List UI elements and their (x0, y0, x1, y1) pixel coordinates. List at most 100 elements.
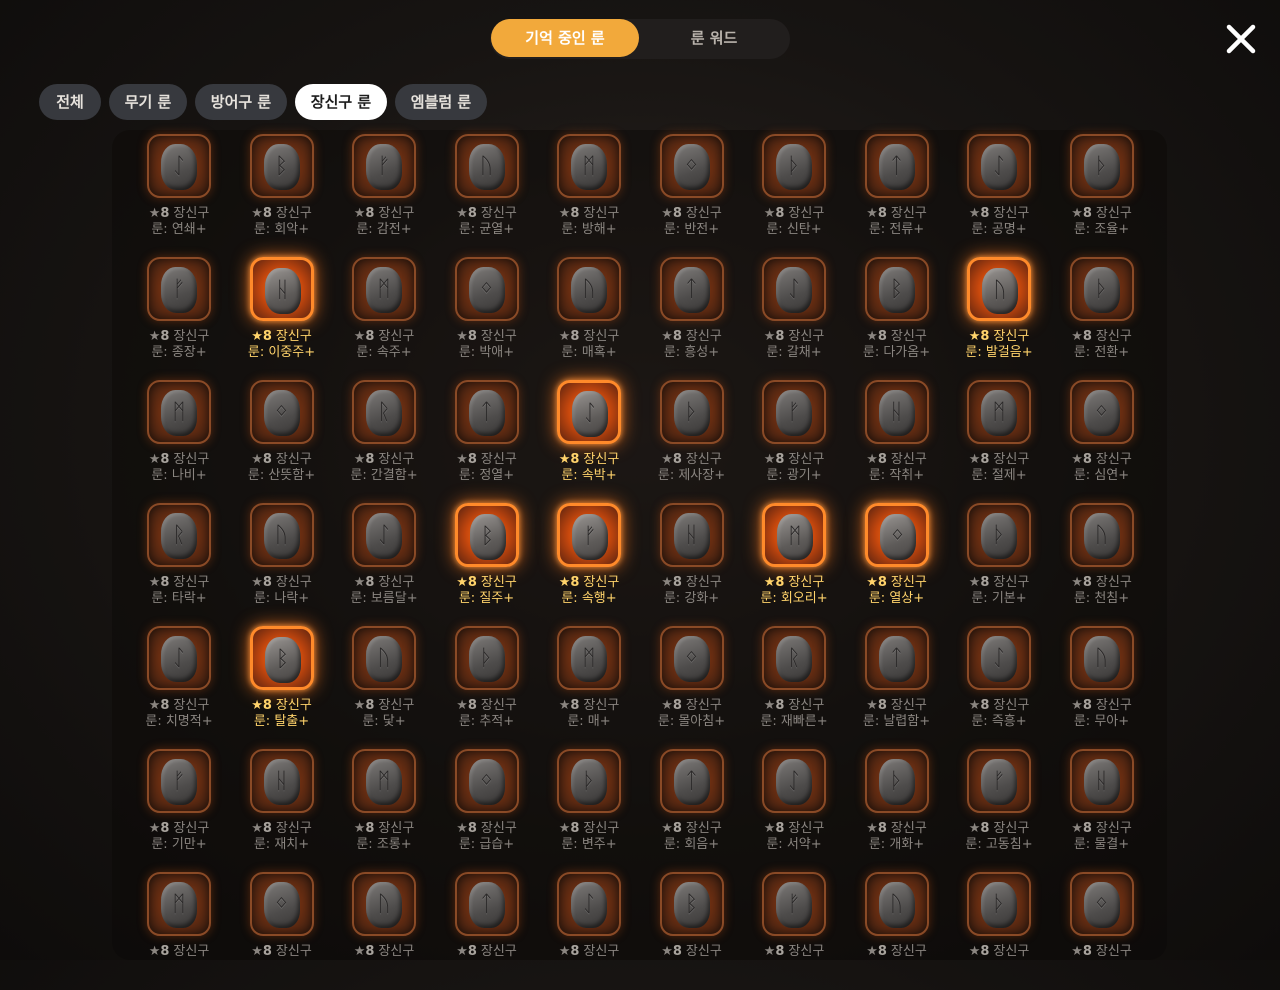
rune-slot[interactable]: ᛏ ★8 장신구 룬: 회음+ (645, 749, 745, 867)
close-button[interactable] (1222, 20, 1260, 58)
rune-slot[interactable]: ᚺ ★8 장신구 룬: 작취+ (850, 380, 950, 498)
tab-remembered-runes[interactable]: 기억 중인 룬 (491, 19, 639, 57)
rune-icon: ᚦ (967, 872, 1031, 936)
rune-type: 장신구 (788, 944, 825, 959)
rune-slot[interactable]: ᛗ ★8 장신구 룬: 방해+ (542, 134, 642, 252)
rune-slot[interactable]: ᛗ ★8 장신구 룬: 속주+ (337, 257, 437, 375)
rune-slot[interactable]: ᛜ ★8 장신구 룬: 급습+ (440, 749, 540, 867)
rune-glyph: ᛇ (787, 277, 801, 302)
rune-slot[interactable]: ᛗ ★8 장신구 룬: 조롱+ (337, 749, 437, 867)
rune-slot[interactable]: ᛗ ★8 장신구 (132, 872, 232, 990)
rune-slot[interactable]: ᛜ ★8 장신구 룬: 심연+ (1055, 380, 1155, 498)
rune-slot[interactable]: ᛜ ★8 장신구 룬: 열상+ (850, 503, 950, 621)
rune-slot[interactable]: ᚠ ★8 장신구 룬: 고동침+ (952, 749, 1052, 867)
rune-slot[interactable]: ᛗ ★8 장신구 룬: 절제+ (952, 380, 1052, 498)
rune-slot[interactable]: ᚺ ★8 장신구 룬: 재치+ (235, 749, 335, 867)
rune-slot[interactable]: ᚦ ★8 장신구 룬: 변주+ (542, 749, 642, 867)
rune-slot[interactable]: ᛏ ★8 장신구 룬: 정열+ (440, 380, 540, 498)
rune-slot[interactable]: ᚢ ★8 장신구 룬: 발걸음+ (952, 257, 1052, 375)
rune-stone-icon: ᛜ (879, 514, 916, 560)
rune-slot[interactable]: ᛜ ★8 장신구 (1055, 872, 1155, 990)
rune-slot[interactable]: ᛜ ★8 장신구 룬: 몰아침+ (645, 626, 745, 744)
rune-slot[interactable]: ᛒ ★8 장신구 룬: 질주+ (440, 503, 540, 621)
rune-glyph: ᛜ (274, 892, 289, 917)
rune-stone-icon: ᚢ (571, 267, 607, 313)
rune-slot[interactable]: ᚱ ★8 장신구 룬: 간결함+ (337, 380, 437, 498)
rune-grade: 8 (1082, 944, 1092, 959)
rune-slot[interactable]: ᛏ ★8 장신구 룬: 날렵함+ (850, 626, 950, 744)
filter-emblem-rune[interactable]: 엠블럼 룬 (395, 84, 487, 120)
rune-slot[interactable]: ᛇ ★8 장신구 (542, 872, 642, 990)
rune-slot[interactable]: ᚦ ★8 장신구 룬: 기본+ (952, 503, 1052, 621)
rune-slot[interactable]: ᚦ ★8 장신구 (952, 872, 1052, 990)
rune-slot[interactable]: ᛒ ★8 장신구 룬: 다가옴+ (850, 257, 950, 375)
rune-slot[interactable]: ᛇ ★8 장신구 룬: 치명적+ (132, 626, 232, 744)
rune-slot[interactable]: ᚠ ★8 장신구 룬: 속행+ (542, 503, 642, 621)
rune-slot[interactable]: ᚢ ★8 장신구 룬: 무아+ (1055, 626, 1155, 744)
rune-slot[interactable]: ᚢ ★8 장신구 룬: 나락+ (235, 503, 335, 621)
rune-glyph: ᛇ (172, 646, 186, 671)
rune-slot[interactable]: ᚢ ★8 장신구 룬: 천침+ (1055, 503, 1155, 621)
rune-slot[interactable]: ᚦ ★8 장신구 룬: 신탄+ (747, 134, 847, 252)
rune-slot[interactable]: ᛇ ★8 장신구 룬: 보름달+ (337, 503, 437, 621)
tab-rune-words[interactable]: 룬 워드 (640, 19, 788, 57)
filter-armor-rune[interactable]: 방어구 룬 (195, 84, 287, 120)
rune-slot[interactable]: ᛏ ★8 장신구 룬: 흥성+ (645, 257, 745, 375)
rune-slot[interactable]: ᚺ ★8 장신구 룬: 강화+ (645, 503, 745, 621)
rune-slot[interactable]: ᛜ ★8 장신구 룬: 반전+ (645, 134, 745, 252)
rune-slot[interactable]: ᚦ ★8 장신구 룬: 개화+ (850, 749, 950, 867)
rune-slot[interactable]: ᛗ ★8 장신구 룬: 회오리+ (747, 503, 847, 621)
rune-slot[interactable]: ᚦ ★8 장신구 룬: 추적+ (440, 626, 540, 744)
rune-slot[interactable]: ᚠ ★8 장신구 룬: 기만+ (132, 749, 232, 867)
rune-slot[interactable]: ᚠ ★8 장신구 (747, 872, 847, 990)
rune-slot[interactable]: ᛒ ★8 장신구 룬: 회악+ (235, 134, 335, 252)
rune-slot[interactable]: ᛇ ★8 장신구 룬: 즉흥+ (952, 626, 1052, 744)
rune-slot[interactable]: ᚺ ★8 장신구 룬: 물결+ (1055, 749, 1155, 867)
rune-slot[interactable]: ᛒ ★8 장신구 (645, 872, 745, 990)
rune-glyph: ᛗ (788, 524, 802, 549)
rune-stone-icon: ᚦ (878, 759, 915, 805)
rune-slot[interactable]: ᛗ ★8 장신구 룬: 나비+ (132, 380, 232, 498)
filter-all[interactable]: 전체 (39, 84, 101, 120)
rune-name: 룬: 절제+ (971, 468, 1027, 483)
rune-grade-label: ★8 장신구 (645, 940, 739, 959)
rune-slot[interactable]: ᛗ ★8 장신구 룬: 매+ (542, 626, 642, 744)
rune-slot[interactable]: ᛇ ★8 장신구 룬: 서약+ (747, 749, 847, 867)
rune-slot[interactable]: ᛇ ★8 장신구 룬: 갈채+ (747, 257, 847, 375)
rune-stone-icon: ᛒ (878, 267, 915, 313)
rune-icon: ᚠ (557, 503, 621, 567)
rune-stone-icon: ᛇ (571, 882, 607, 928)
rune-slot[interactable]: ᚠ ★8 장신구 룬: 종장+ (132, 257, 232, 375)
star-icon: ★ (968, 944, 981, 959)
rune-slot[interactable]: ᚱ ★8 장신구 룬: 타락+ (132, 503, 232, 621)
rune-slot[interactable]: ᛜ ★8 장신구 룬: 박애+ (440, 257, 540, 375)
rune-slot[interactable]: ᚠ ★8 장신구 룬: 광기+ (747, 380, 847, 498)
rune-slot[interactable]: ᚢ ★8 장신구 (337, 872, 437, 990)
rune-slot[interactable]: ᚺ ★8 장신구 룬: 이중주+ (235, 257, 335, 375)
rune-slot[interactable]: ᚢ ★8 장신구 룬: 매혹+ (542, 257, 642, 375)
rune-slot[interactable]: ᛒ ★8 장신구 룬: 탈출+ (235, 626, 335, 744)
rune-slot[interactable]: ᚢ ★8 장신구 룬: 균열+ (440, 134, 540, 252)
rune-slot[interactable]: ᚢ ★8 장신구 (850, 872, 950, 990)
rune-slot[interactable]: ᚱ ★8 장신구 룬: 재빠른+ (747, 626, 847, 744)
rune-slot[interactable]: ᚠ ★8 장신구 룬: 감전+ (337, 134, 437, 252)
filter-accessory-rune[interactable]: 장신구 룬 (295, 84, 387, 120)
rune-slot[interactable]: ᚦ ★8 장신구 룬: 조율+ (1055, 134, 1155, 252)
rune-slot[interactable]: ᚢ ★8 장신구 룬: 닻+ (337, 626, 437, 744)
rune-grade: 8 (467, 944, 477, 959)
rune-slot[interactable]: ᚦ ★8 장신구 룬: 전환+ (1055, 257, 1155, 375)
rune-slot[interactable]: ᛇ ★8 장신구 룬: 연쇄+ (132, 134, 232, 252)
rune-slot[interactable]: ᚦ ★8 장신구 룬: 제사장+ (645, 380, 745, 498)
rune-icon: ᚢ (352, 626, 416, 690)
rune-stone-icon: ᚢ (1083, 513, 1120, 559)
rune-slot[interactable]: ᛇ ★8 장신구 룬: 속박+ (542, 380, 642, 498)
rune-stone-icon: ᚢ (1083, 636, 1120, 682)
filter-weapon-rune[interactable]: 무기 룬 (109, 84, 187, 120)
rune-grade-label: ★8 장신구 (542, 940, 636, 959)
rune-slot[interactable]: ᛏ ★8 장신구 룬: 전류+ (850, 134, 950, 252)
rune-slot[interactable]: ᛇ ★8 장신구 룬: 공명+ (952, 134, 1052, 252)
rune-name: 룬: 천침+ (1073, 591, 1130, 606)
rune-slot[interactable]: ᛜ ★8 장신구 (235, 872, 335, 990)
rune-slot[interactable]: ᛜ ★8 장신구 룬: 산뜻함+ (235, 380, 335, 498)
rune-slot[interactable]: ᛏ ★8 장신구 (440, 872, 540, 990)
